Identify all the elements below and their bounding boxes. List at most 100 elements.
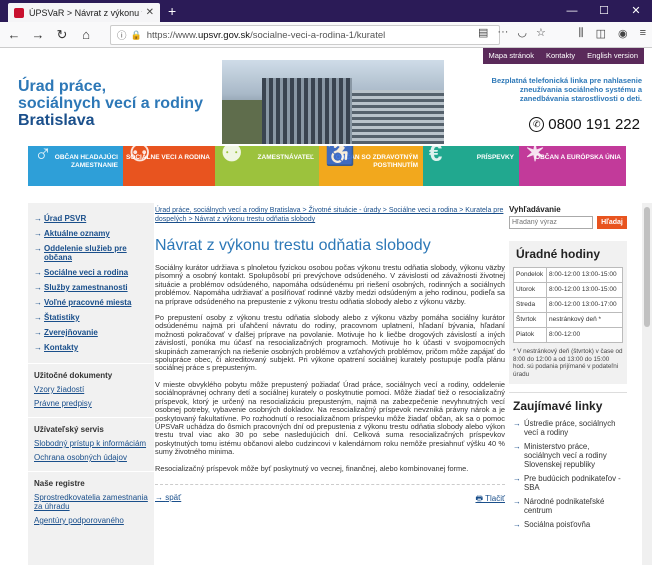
bookmark-icon[interactable]: ☆ <box>536 26 546 39</box>
reload-icon[interactable]: ↻ <box>52 27 72 43</box>
org-line-1: Úrad práce, <box>18 78 107 95</box>
office-hours-table: Pondelok 8:00-12:00 13:00-15:00 Utorok 8:00… <box>513 267 623 343</box>
library-icon[interactable]: ⫼ <box>579 27 584 40</box>
tab-title: ÚPSVaR > Návrat z výkonu tres <box>29 7 142 18</box>
sidebar-link[interactable]: Vzory žiadostí <box>34 385 148 394</box>
hours-time: nestránkový deň * <box>546 312 623 328</box>
main-menu: Úrad PSVRAktuálne oznamyOddelenie služie… <box>28 203 154 363</box>
back-icon[interactable]: ← <box>4 27 24 42</box>
print-link[interactable]: 🖶 Tlačiť <box>475 493 505 507</box>
browser-toolbar: ← → ↻ ⌂ ⓘ 🔒 https://www. upsvr.gov.sk/soc… <box>0 22 652 48</box>
sidebar-link[interactable]: Slobodný prístup k informáciám <box>34 439 148 448</box>
top-link[interactable]: English version <box>581 48 644 64</box>
hours-time: 8:00-12:00 13:00-15:00 <box>546 267 623 283</box>
sidebar-link[interactable]: Ochrana osobných údajov <box>34 453 148 462</box>
reader-icon[interactable]: ▤ <box>478 26 488 39</box>
euro-icon: € <box>429 146 443 167</box>
category-1[interactable]: ♂ OBČAN HĽADAJÚCI ZAMESTNANIE <box>28 146 123 186</box>
category-5[interactable]: € PRÍSPEVKY <box>423 146 519 186</box>
sidebar-section-heading: Užitočné dokumenty <box>34 371 113 380</box>
sidebar-section-heading: Naše registre <box>34 479 85 488</box>
url-path: /socialne-veci-a-rodina-1/kuratel <box>250 29 386 41</box>
category-2[interactable]: ⚇ SOCIÁLNE VECI A RODINA <box>123 146 215 186</box>
hours-day: Pondelok <box>513 267 547 283</box>
office-hours-heading: Úradné hodiny <box>516 247 601 261</box>
right-sidebar: Vyhľadávanie Hľadaj Úradné hodiny Pondel… <box>509 205 627 540</box>
breadcrumb[interactable]: Úrad práce, sociálnych vecí a rodiny Bra… <box>155 206 505 224</box>
home-icon[interactable]: ⌂ <box>76 27 96 42</box>
menu-item[interactable]: Zverejňovanie <box>34 325 148 340</box>
menu-item[interactable]: Oddelenie služieb pre občana <box>34 241 148 265</box>
favicon-icon <box>14 7 24 18</box>
site-header: Mapa stránok Kontakty English version Úrad… <box>0 48 652 144</box>
sidebar-link[interactable]: Agentúry podporovaného <box>34 516 148 525</box>
wheelchair-icon: ♿ <box>325 146 355 167</box>
interesting-link[interactable]: Sociálna poisťovňa <box>513 520 623 529</box>
person-icon: ♂ <box>34 146 52 167</box>
browser-tab[interactable]: ÚPSVaR > Návrat z výkonu tres ✕ <box>8 3 160 22</box>
url-domain: upsvr.gov.sk <box>197 29 251 41</box>
menu-item[interactable]: Služby zamestnanosti <box>34 280 148 295</box>
menu-item[interactable]: Voľné pracovné miesta <box>34 295 148 310</box>
main-content: Úrad práce, sociálnych vecí a rodiny Bra… <box>155 206 505 507</box>
interesting-link[interactable]: Ministerstvo práce, sociálnych vecí a ro… <box>513 442 623 469</box>
organization-name[interactable]: Úrad práce, sociálnych vecí a rodiny Bra… <box>18 78 203 129</box>
eu-stars-icon: ✶ <box>525 146 546 167</box>
more-icon[interactable]: ··· <box>497 26 508 39</box>
maximize-button[interactable]: ☐ <box>588 0 620 22</box>
menu-item[interactable]: Aktuálne oznamy <box>34 226 148 241</box>
search-button[interactable]: Hľadaj <box>597 216 627 229</box>
content-paragraph: Resocializačný príspevok môže byť poskyt… <box>155 463 469 473</box>
scrollbar[interactable] <box>642 203 652 565</box>
interesting-links-heading: Zaujímavé linky <box>513 399 603 413</box>
top-links: Mapa stránok Kontakty English version <box>482 48 644 64</box>
top-link[interactable]: Kontakty <box>540 48 581 64</box>
new-tab-button[interactable]: + <box>168 3 176 19</box>
top-link[interactable]: Mapa stránok <box>483 48 540 64</box>
url-bar[interactable]: ⓘ 🔒 https://www. upsvr.gov.sk/socialne-ve… <box>110 25 500 45</box>
menu-item[interactable]: Úrad PSVR <box>34 211 148 226</box>
content-paragraph: V mieste obvyklého pobytu môže prepusten… <box>155 379 505 457</box>
search-heading: Vyhľadávanie <box>509 205 561 214</box>
hours-time: 8:00-12:00 <box>546 327 623 343</box>
url-prefix: https://www. <box>146 29 198 41</box>
hours-row: Piatok 8:00-12:00 <box>513 327 623 343</box>
sidebar-section: Užitočné dokumenty Vzory žiadostí Právne p… <box>28 363 154 417</box>
sidebar-section-heading: Užívateľský servis <box>34 425 104 434</box>
hours-row: Streda 8:00-12:00 13:00-17:00 <box>513 297 623 313</box>
interesting-link[interactable]: Ústredie práce, sociálnych vecí a rodiny <box>513 419 623 437</box>
menu-item[interactable]: Štatistiky <box>34 310 148 325</box>
hours-row: Štvrtok nestránkový deň * <box>513 312 623 328</box>
search-input[interactable] <box>509 216 593 229</box>
hours-time: 8:00-12:00 13:00-15:00 <box>546 282 623 298</box>
back-link[interactable]: → späť <box>155 493 181 507</box>
category-4[interactable]: ♿ OBČAN SO ZDRAVOTNÝM POSTIHNUTÍM <box>319 146 423 186</box>
close-window-button[interactable]: ✕ <box>620 0 652 22</box>
scrollbar-thumb[interactable] <box>644 207 650 327</box>
lock-icon: 🔒 <box>130 29 142 40</box>
hours-row: Utorok 8:00-12:00 13:00-15:00 <box>513 282 623 298</box>
sidebar-icon[interactable]: ◫ <box>596 27 606 40</box>
account-icon[interactable]: ◉ <box>618 27 628 40</box>
minimize-button[interactable]: — <box>556 0 588 22</box>
hotline-text: Bezplatná telefonická linka pre nahlasen… <box>491 76 642 103</box>
interesting-link[interactable]: Národné podnikateľské centrum <box>513 497 623 515</box>
tab-close-icon[interactable]: ✕ <box>146 7 154 18</box>
pocket-icon[interactable]: ◡ <box>517 26 527 39</box>
menu-item[interactable]: Sociálne veci a rodina <box>34 265 148 280</box>
office-hours-note: * V nestránkový deň (štvrtok) v čase od … <box>513 348 623 378</box>
forward-icon[interactable]: → <box>28 27 48 42</box>
menu-icon[interactable]: ≡ <box>640 27 646 40</box>
sidebar-link[interactable]: Sprostredkovatelia zamestnania za úhradu <box>34 493 148 511</box>
page-title: Návrat z výkonu trestu odňatia slobody <box>155 237 431 254</box>
interesting-link[interactable]: Pre budúcich podnikateľov - SBA <box>513 474 623 492</box>
info-icon[interactable]: ⓘ <box>117 28 127 42</box>
divider <box>155 483 505 485</box>
menu-item[interactable]: Kontakty <box>34 340 148 355</box>
sidebar-link[interactable]: Právne predpisy <box>34 399 148 408</box>
phone-number: 0800 191 222 <box>548 116 640 133</box>
category-6[interactable]: ✶ OBČAN A EURÓPSKA ÚNIA <box>519 146 626 186</box>
phone-icon: ✆ <box>529 117 545 132</box>
category-3[interactable]: ⚉ ZAMESTNÁVATEĽ <box>215 146 319 186</box>
header-photo <box>222 60 444 144</box>
